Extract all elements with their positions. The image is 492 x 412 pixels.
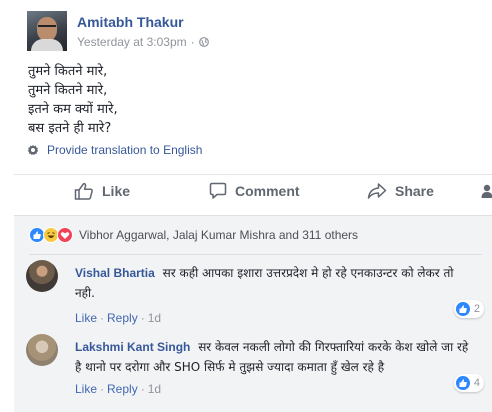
reactions-summary[interactable]: Vibhor Aggarwal, Jalaj Kumar Mishra and … (29, 226, 358, 244)
divider (14, 174, 492, 175)
comment-reply-link[interactable]: Reply (107, 311, 138, 325)
meta-separator: · (190, 35, 195, 49)
comment-reply-link[interactable]: Reply (107, 382, 138, 396)
commenter-avatar[interactable] (26, 334, 58, 366)
commenter-name[interactable]: Lakshmi Kant Singh (75, 340, 190, 354)
post-text: तुमने कितने मारे, तुमने कितने मारे, इतने… (28, 62, 118, 138)
comment-actions: Like · Reply · 1d (75, 311, 162, 325)
comment-reaction-count[interactable]: 2 (453, 300, 484, 318)
post-line: तुमने कितने मारे, (28, 83, 108, 98)
commenter-name[interactable]: Vishal Bhartia (75, 266, 155, 280)
account-switcher-icon[interactable] (481, 184, 492, 198)
thumbs-up-icon (74, 182, 93, 200)
comment-bubble: Lakshmi Kant Singh सर केवल नकली लोगो की … (63, 334, 483, 380)
post-timestamp[interactable]: Yesterday at 3:03pm (77, 35, 187, 49)
comment-likes: 2 (473, 303, 480, 315)
post-line: तुमने कितने मारे, (28, 64, 108, 79)
comment-age[interactable]: 1d (148, 382, 161, 396)
divider (29, 254, 482, 255)
author-avatar[interactable] (27, 11, 67, 51)
translate-link[interactable]: Provide translation to English (27, 143, 202, 157)
globe-icon[interactable] (198, 37, 209, 47)
post-meta: Yesterday at 3:03pm · (77, 35, 209, 49)
comment-icon (209, 182, 227, 199)
comment-like-link[interactable]: Like (75, 382, 97, 396)
share-arrow-icon (367, 183, 387, 199)
translate-label[interactable]: Provide translation to English (47, 143, 202, 157)
share-label: Share (395, 183, 434, 199)
like-button[interactable]: Like (74, 182, 130, 200)
comment-button[interactable]: Comment (209, 182, 300, 200)
reactions-names[interactable]: Vibhor Aggarwal, Jalaj Kumar Mishra and … (79, 228, 358, 242)
comments-section: Vibhor Aggarwal, Jalaj Kumar Mishra and … (14, 215, 492, 412)
post-line: इतने कम क्यों मारे, (28, 102, 118, 117)
post-author[interactable]: Amitabh Thakur (77, 14, 184, 30)
love-reaction-icon (57, 227, 73, 243)
comment-likes: 4 (473, 377, 480, 389)
share-button[interactable]: Share (367, 182, 434, 200)
comment-reaction-count[interactable]: 4 (453, 374, 484, 392)
like-reaction-icon (455, 302, 470, 316)
comment-actions: Like · Reply · 1d (75, 382, 162, 396)
commenter-avatar[interactable] (26, 260, 58, 292)
like-reaction-icon (455, 376, 470, 390)
comment-like-link[interactable]: Like (75, 311, 97, 325)
like-label: Like (102, 183, 131, 199)
comment-bubble: Vishal Bhartia सर कही आपका इशारा उत्तरप्… (63, 260, 483, 306)
post-action-bar: Like Comment Share (14, 176, 492, 210)
post-line: बस इतने ही मारे? (28, 121, 112, 136)
comment-label: Comment (235, 183, 300, 199)
comment-age[interactable]: 1d (148, 311, 161, 325)
gear-icon (27, 144, 39, 156)
